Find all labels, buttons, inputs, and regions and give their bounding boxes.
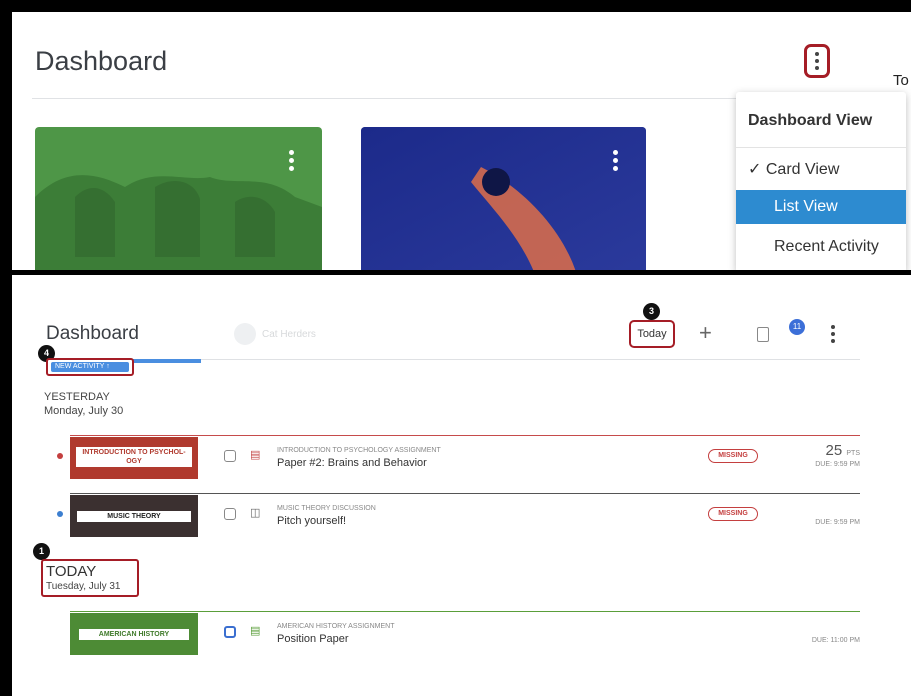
dashboard-view-dropdown: Dashboard View ✓ Card View List View Rec…	[736, 92, 906, 270]
planner-item: MUSIC THEORY ◫ MUSIC THEORY DISCUSSION P…	[57, 493, 860, 541]
card-options-icon[interactable]	[286, 145, 296, 175]
course-card-image	[361, 127, 646, 270]
course-badge[interactable]: AMERICAN HISTORY	[70, 613, 198, 655]
divider	[736, 147, 906, 148]
new-activity-highlight: NEW ACTIVITY ↑	[46, 358, 134, 376]
assignment-icon: ▤	[250, 449, 261, 461]
missing-badge: MISSING	[708, 507, 758, 521]
due-time: DUE: 9:59 PM	[815, 519, 860, 526]
day-date: Tuesday, July 31	[46, 581, 121, 592]
cut-off-text: To	[893, 72, 909, 89]
course-badge[interactable]: INTRODUCTION TO PSYCHOL- OGY	[70, 437, 198, 479]
points-unit: PTS	[846, 450, 860, 457]
item-type: MUSIC THEORY DISCUSSION	[277, 505, 376, 512]
planner-item: INTRODUCTION TO PSYCHOL- OGY ▤ INTRODUCT…	[57, 435, 860, 483]
complete-checkbox[interactable]	[224, 626, 236, 638]
complete-checkbox[interactable]	[224, 450, 236, 462]
checkmark-icon: ✓	[748, 161, 762, 178]
dropdown-header: Dashboard View	[748, 112, 873, 129]
notifications-icon[interactable]: 11	[786, 319, 808, 341]
menu-item-label: List View	[774, 198, 838, 215]
dashboard-list-view-panel: Cat Herders Dashboard 3 Today + 11 4 NEW…	[12, 275, 911, 696]
new-activity-dot	[57, 453, 63, 459]
item-title-link[interactable]: Position Paper	[277, 633, 349, 645]
menu-item-card-view[interactable]: ✓ Card View	[748, 159, 839, 179]
grades-icon[interactable]	[757, 327, 769, 342]
course-card-image	[35, 175, 322, 270]
course-card[interactable]	[361, 127, 646, 270]
page-title: Dashboard	[46, 323, 139, 344]
kebab-icon	[807, 47, 827, 75]
due-time: DUE: 9:59 PM	[815, 461, 860, 468]
missing-badge: MISSING	[708, 449, 758, 463]
course-card[interactable]	[35, 127, 322, 270]
item-title-link[interactable]: Pitch yourself!	[277, 515, 346, 527]
faint-text: Cat Herders	[262, 329, 316, 340]
menu-item-recent-activity[interactable]: Recent Activity	[774, 238, 879, 256]
course-color-line	[70, 611, 860, 612]
faint-avatar	[234, 323, 256, 345]
dashboard-options-button[interactable]	[804, 44, 830, 78]
course-name: MUSIC THEORY	[77, 511, 191, 522]
item-title-link[interactable]: Paper #2: Brains and Behavior	[277, 457, 427, 469]
planner-item: AMERICAN HISTORY ▤ AMERICAN HISTORY ASSI…	[70, 611, 860, 659]
item-type: AMERICAN HISTORY ASSIGNMENT	[277, 623, 395, 630]
course-name: INTRODUCTION TO PSYCHOL- OGY	[76, 447, 192, 467]
complete-checkbox[interactable]	[224, 508, 236, 520]
new-activity-button[interactable]: NEW ACTIVITY ↑	[51, 362, 129, 372]
options-icon[interactable]	[830, 325, 836, 343]
dashboard-card-view-panel: Dashboard To Dashboard View ✓ Card View …	[12, 12, 911, 270]
new-activity-dot	[57, 511, 63, 517]
step-marker-3: 3	[643, 303, 660, 320]
menu-item-list-view[interactable]: List View	[736, 190, 906, 224]
course-color-line	[70, 435, 860, 436]
notification-badge: 11	[789, 319, 805, 335]
page-title: Dashboard	[35, 46, 168, 76]
today-heading-highlight: TODAY Tuesday, July 31	[41, 559, 139, 597]
course-color-line	[70, 493, 860, 494]
due-time: DUE: 11:00 PM	[811, 637, 860, 644]
add-icon[interactable]: +	[699, 320, 712, 346]
card-options-icon[interactable]	[610, 145, 620, 175]
item-type: INTRODUCTION TO PSYCHOLOGY ASSIGNMENT	[277, 447, 441, 454]
today-button[interactable]: Today	[629, 320, 675, 348]
day-heading: YESTERDAY	[44, 391, 110, 403]
points: 25 PTS	[810, 442, 860, 459]
discussion-icon: ◫	[250, 507, 261, 519]
day-date: Monday, July 30	[44, 405, 124, 417]
day-heading: TODAY	[46, 563, 97, 580]
step-marker-1: 1	[33, 543, 50, 560]
menu-item-label: Card View	[765, 161, 840, 178]
assignment-icon: ▤	[250, 625, 261, 637]
course-badge[interactable]: MUSIC THEORY	[70, 495, 198, 537]
course-name: AMERICAN HISTORY	[78, 629, 190, 640]
points-value: 25	[825, 442, 843, 459]
